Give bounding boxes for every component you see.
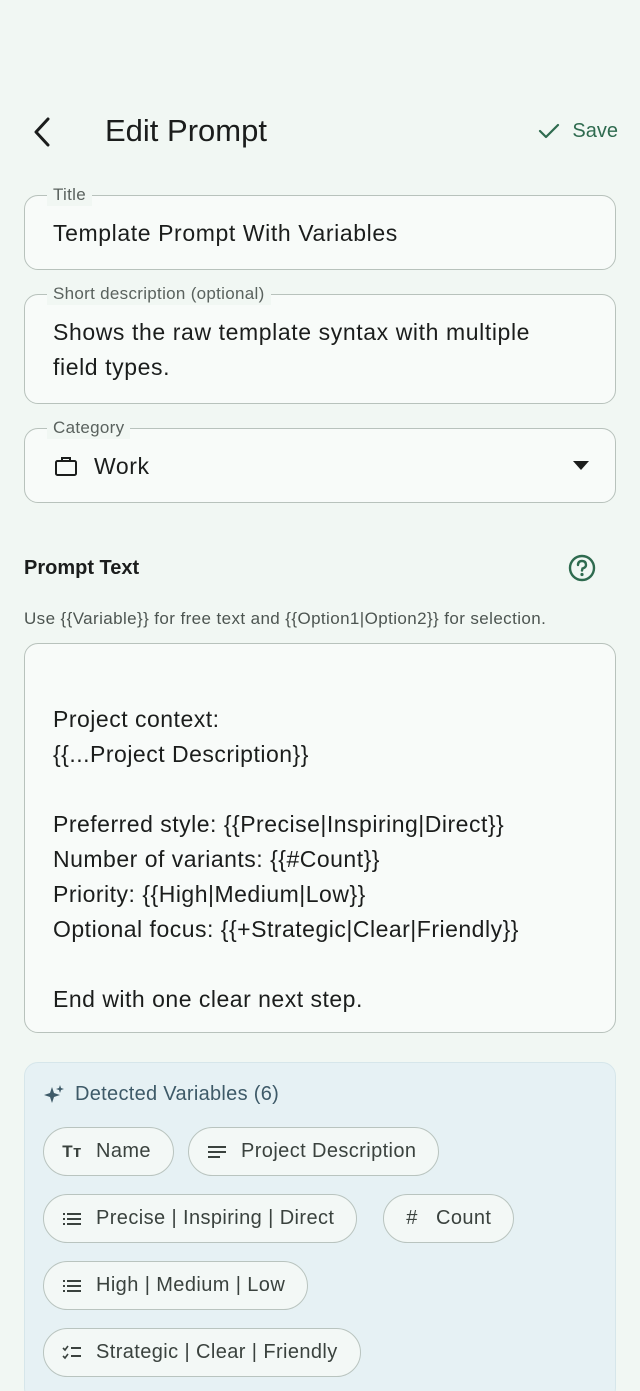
prompt-text-content[interactable]: Project context: {{...Project Descriptio… (53, 667, 519, 1017)
save-label: Save (572, 120, 618, 142)
detected-variables-title: Detected Variables (6) (75, 1083, 280, 1105)
detected-variables-panel: Detected Variables (6) Tт Name Project D… (24, 1062, 616, 1391)
title-field-label: Title (47, 184, 92, 206)
top-app-bar: Edit Prompt Save (0, 100, 640, 162)
category-field-label: Category (47, 417, 131, 439)
variable-chip[interactable]: # Count (383, 1194, 515, 1243)
title-field[interactable]: Title Template Prompt With Variables (24, 184, 616, 270)
save-button[interactable]: Save (538, 116, 618, 146)
prompt-line: Project context: (53, 706, 220, 732)
title-input-value[interactable]: Template Prompt With Variables (53, 218, 398, 248)
variable-chip[interactable]: Tт Name (43, 1127, 174, 1176)
prompt-line: Priority: {{High|Medium|Low}} (53, 881, 366, 907)
text-type-icon: Tт (62, 1141, 82, 1161)
list-icon (62, 1276, 82, 1296)
chip-label: Name (96, 1140, 151, 1162)
prompt-line: End with one clear next step. (53, 986, 363, 1012)
prompt-syntax-hint: Use {{Variable}} for free text and {{Opt… (24, 609, 547, 628)
dropdown-arrow-icon (573, 461, 589, 470)
variable-chip[interactable]: Precise | Inspiring | Direct (43, 1194, 358, 1243)
page-title: Edit Prompt (105, 113, 267, 148)
back-arrow-icon (34, 117, 50, 147)
paragraph-icon (207, 1142, 227, 1162)
category-dropdown[interactable]: Category Work (24, 417, 616, 503)
chip-label: Project Description (241, 1140, 417, 1162)
detected-variables-header: Detected Variables (6) (43, 1083, 279, 1106)
variable-chip[interactable]: Project Description (188, 1127, 440, 1176)
variable-chip[interactable]: High | Medium | Low (43, 1261, 309, 1310)
description-field-label: Short description (optional) (47, 283, 271, 305)
variable-chip[interactable]: Strategic | Clear | Friendly (43, 1328, 361, 1377)
prompt-line: {{...Project Description}} (53, 741, 309, 767)
help-icon[interactable] (567, 553, 597, 583)
chip-label: Count (436, 1207, 492, 1229)
back-button[interactable] (22, 112, 62, 152)
chip-label: Strategic | Clear | Friendly (96, 1341, 338, 1363)
prompt-line (53, 947, 519, 982)
description-input-value[interactable]: Shows the raw template syntax with multi… (53, 315, 530, 385)
sparkle-icon (44, 1084, 64, 1103)
prompt-line: Preferred style: {{Precise|Inspiring|Dir… (53, 811, 505, 837)
briefcase-icon (55, 457, 77, 476)
prompt-line (53, 667, 519, 702)
hash-icon: # (406, 1207, 418, 1229)
chip-label: High | Medium | Low (96, 1274, 286, 1296)
description-line: field types. (53, 354, 171, 380)
chip-label: Precise | Inspiring | Direct (96, 1207, 335, 1229)
category-value: Work (94, 453, 150, 479)
description-line: Shows the raw template syntax with multi… (53, 319, 531, 345)
check-icon (539, 123, 560, 139)
checklist-icon (62, 1343, 82, 1363)
prompt-text-heading: Prompt Text (24, 557, 140, 579)
prompt-line (53, 772, 519, 807)
list-icon (62, 1209, 82, 1229)
description-field[interactable]: Short description (optional) Shows the r… (24, 283, 616, 404)
prompt-text-editor[interactable]: Project context: {{...Project Descriptio… (24, 643, 616, 1033)
prompt-line: Number of variants: {{#Count}} (53, 846, 380, 872)
prompt-line: Optional focus: {{+Strategic|Clear|Frien… (53, 916, 519, 942)
